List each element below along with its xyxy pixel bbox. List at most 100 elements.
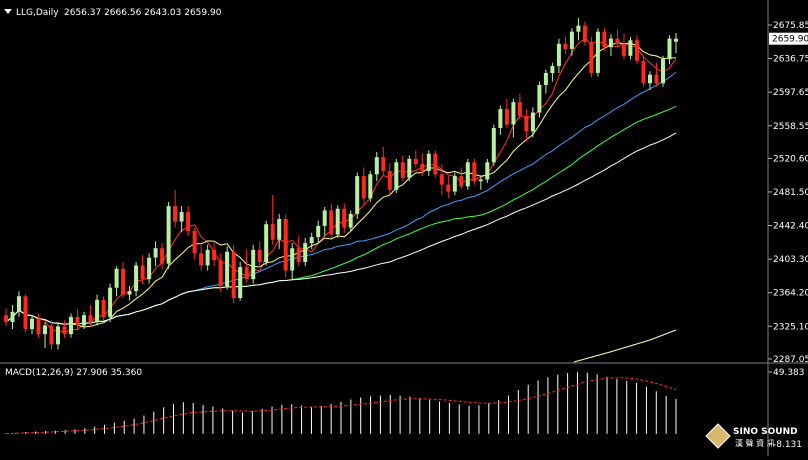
candle-body <box>43 325 47 335</box>
candle-body <box>504 109 509 125</box>
ma-yellow-line <box>5 42 676 328</box>
candle-body <box>465 162 470 187</box>
candle-body <box>413 158 418 165</box>
candle-body <box>95 299 100 323</box>
candle-body <box>205 249 210 266</box>
candle-body <box>433 153 438 175</box>
candle-body <box>439 174 444 185</box>
candle-body <box>238 267 243 298</box>
ma-slow-line <box>573 329 677 363</box>
candle-body <box>101 299 106 317</box>
moving-averages <box>5 37 677 363</box>
logo-diamond-icon <box>705 423 731 449</box>
ma-green-line <box>5 105 677 325</box>
candle-body <box>147 257 152 280</box>
candle-body <box>186 212 191 231</box>
candle-body <box>648 74 652 84</box>
price-axis: 2675.85 2636.75 2597.65 2558.55 2520.60 2481.… <box>768 21 808 365</box>
candle-body <box>316 225 321 238</box>
candle-body <box>231 251 236 299</box>
candle-body <box>218 260 223 287</box>
candle-body <box>49 325 54 345</box>
candle-body <box>322 210 327 226</box>
logo-brand: SINO SOUND <box>733 427 798 437</box>
candle-body <box>498 109 503 128</box>
candle-body <box>530 112 535 132</box>
candle-body <box>602 31 607 48</box>
chart-window: 2675.85 2636.75 2597.65 2558.55 2520.60 2481.… <box>0 0 808 456</box>
candle-body <box>251 249 256 280</box>
candle-body <box>36 318 41 335</box>
candle-body <box>543 73 548 85</box>
candle-body <box>329 210 334 235</box>
chart-svg: 2675.85 2636.75 2597.65 2558.55 2520.60 2481.… <box>0 0 808 456</box>
candle-body <box>517 102 522 116</box>
candle-body <box>589 42 594 73</box>
dropdown-triangle-icon[interactable] <box>4 9 12 14</box>
candle-body <box>199 253 204 266</box>
candle-body <box>88 315 93 323</box>
candle-body <box>472 162 477 182</box>
candle-body <box>400 162 405 178</box>
candle-body <box>556 43 561 67</box>
candle-body <box>621 43 626 56</box>
price-tick-label: 2442.40 <box>773 222 808 232</box>
candle-body <box>192 231 197 254</box>
candle-body <box>615 38 620 44</box>
candle-body <box>56 326 60 345</box>
price-tick-label: 2597.65 <box>773 88 808 98</box>
candle-body <box>114 268 119 288</box>
candle-body <box>674 38 678 42</box>
candle-body <box>478 179 483 182</box>
candle-body <box>179 212 184 222</box>
candle-body <box>537 85 542 113</box>
candle-body <box>140 265 145 280</box>
price-tick-label: 2364.20 <box>773 289 808 299</box>
candle-body <box>335 208 340 235</box>
ma-blue-line <box>5 71 677 325</box>
candle-body <box>342 208 347 228</box>
candle-body <box>173 206 178 222</box>
candle-body <box>426 153 431 171</box>
candle-body <box>491 128 496 163</box>
candlesticks <box>4 17 678 350</box>
price-tick-label: 2325.10 <box>773 322 808 332</box>
candle-body <box>407 158 412 178</box>
candle-body <box>17 296 21 312</box>
price-tick-label: 2403.30 <box>773 255 808 265</box>
candle-body <box>459 176 464 187</box>
candle-body <box>30 318 34 329</box>
candle-body <box>62 326 67 335</box>
macd-label: MACD(12,26,9) 27.906 35.360 <box>5 368 142 378</box>
candle-body <box>290 248 295 271</box>
candle-body <box>511 102 516 125</box>
candle-body <box>23 296 28 329</box>
symbol-label: LLG,Daily <box>16 8 59 18</box>
ohlc-label: 2656.37 2666.56 2643.03 2659.90 <box>64 8 222 18</box>
candle-body <box>160 248 165 264</box>
candle-body <box>485 162 490 180</box>
candle-body <box>127 291 132 295</box>
price-tick-label: 2675.85 <box>773 21 808 31</box>
candle-body <box>524 115 529 132</box>
price-tick-label: 2558.55 <box>773 122 808 132</box>
candle-body <box>569 31 574 49</box>
macd-tick-label: -8.131 <box>773 440 802 450</box>
candle-body <box>387 170 392 190</box>
candle-body <box>4 315 8 323</box>
candle-body <box>635 40 639 61</box>
candle-body <box>361 176 366 199</box>
candle-body <box>244 267 249 280</box>
macd-histogram <box>5 372 677 434</box>
candle-body <box>608 38 613 48</box>
price-tick-label: 2520.60 <box>773 154 808 164</box>
candle-body <box>69 316 73 335</box>
candle-body <box>264 224 269 262</box>
price-tick-label: 2636.75 <box>773 55 808 65</box>
candle-body <box>641 61 646 84</box>
candle-body <box>82 315 86 326</box>
candle-body <box>121 268 126 295</box>
candle-body <box>368 174 373 199</box>
candle-body <box>257 249 262 262</box>
candle-body <box>452 176 457 192</box>
